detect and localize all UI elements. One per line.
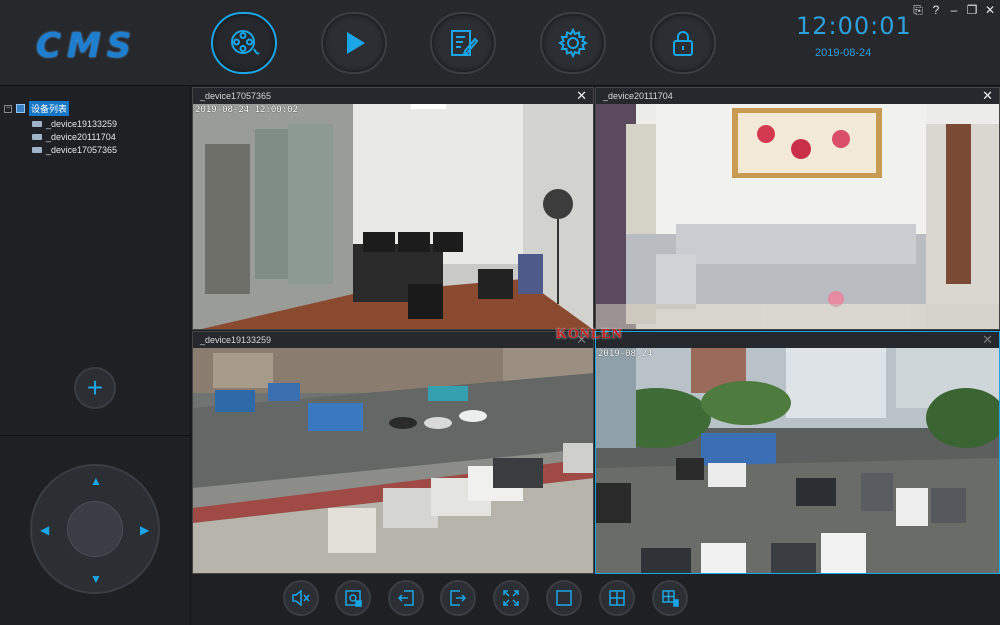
ptz-control: ▲ ▼ ◀ ▶ xyxy=(30,464,160,594)
ptz-right-icon[interactable]: ▶ xyxy=(140,523,149,537)
device-label: _device17057365 xyxy=(46,145,118,155)
speaker-mute-icon xyxy=(292,589,310,607)
bottom-toolbar xyxy=(192,575,1000,625)
ptz-down-icon[interactable]: ▼ xyxy=(90,572,102,586)
settings-nav-button[interactable] xyxy=(540,12,606,74)
page-next-icon xyxy=(450,590,467,606)
tree-item-device[interactable]: _device17057365 xyxy=(32,145,117,155)
video-tile[interactable]: ✕ 2019-08-24 xyxy=(595,331,1000,574)
video-timestamp: 2019-08-24 xyxy=(598,349,653,359)
video-feed: 2019-08-24 xyxy=(596,348,999,573)
video-grid: _device17057365 ✕ 2019-08-24 12:00:02 _d… xyxy=(192,87,1000,575)
date: 2019-08-24 xyxy=(815,47,872,59)
play-icon xyxy=(347,32,365,54)
header: CMS 12:00:01 2019-08-24 ⎘ ? – ❐ ✕ xyxy=(0,0,1000,86)
tree-item-device[interactable]: _device19133259 xyxy=(32,119,117,129)
office-scene xyxy=(193,104,593,329)
close-icon[interactable]: ✕ xyxy=(576,88,587,104)
fullscreen-icon xyxy=(503,590,519,606)
tile-title: _device17057365 xyxy=(200,91,272,101)
multi-view-icon xyxy=(662,590,679,607)
video-timestamp: 2019-08-24 12:00:02 xyxy=(195,105,298,115)
preview-nav-button[interactable] xyxy=(211,12,277,74)
playback-nav-button[interactable] xyxy=(321,12,387,74)
camera-icon xyxy=(32,134,42,140)
divider xyxy=(0,435,191,436)
device-tree: − 设备列表 _device19133259 _device20111704 _… xyxy=(4,101,117,155)
device-label: _device19133259 xyxy=(46,119,118,129)
tile-header: ✕ xyxy=(596,332,999,348)
layout-1-button[interactable] xyxy=(546,580,582,616)
video-feed: 2019-08-24 12:00:02 xyxy=(193,104,593,329)
lock-nav-button[interactable] xyxy=(650,12,716,74)
layout-4-button[interactable] xyxy=(599,580,635,616)
collapse-icon[interactable]: − xyxy=(4,104,12,113)
skin-icon[interactable]: ⎘ xyxy=(912,3,924,18)
gear-icon xyxy=(557,27,589,59)
next-page-button[interactable] xyxy=(440,580,476,616)
tile-header: _device19133259 ✕ xyxy=(193,332,593,348)
add-device-button[interactable]: + xyxy=(74,367,116,409)
ptz-up-icon[interactable]: ▲ xyxy=(90,474,102,488)
device-label: _device20111704 xyxy=(46,132,116,142)
street-scene xyxy=(193,348,593,573)
tile-header: _device20111704 ✕ xyxy=(596,88,999,104)
tile-header: _device17057365 ✕ xyxy=(193,88,593,104)
living-room-scene xyxy=(596,104,999,329)
ptz-center-button[interactable] xyxy=(67,501,123,557)
brand-watermark: KONLEN xyxy=(556,327,623,342)
video-tile[interactable]: _device17057365 ✕ 2019-08-24 12:00:02 xyxy=(192,87,594,330)
camera-icon xyxy=(32,121,42,127)
fullscreen-button[interactable] xyxy=(493,580,529,616)
restore-icon[interactable]: ❐ xyxy=(966,3,978,18)
video-feed xyxy=(193,348,593,573)
page-prev-icon xyxy=(397,590,414,606)
help-icon[interactable]: ? xyxy=(930,3,942,18)
video-tile[interactable]: _device19133259 ✕ xyxy=(192,331,594,574)
minimize-icon[interactable]: – xyxy=(948,3,960,18)
clock: 12:00:01 xyxy=(796,12,912,40)
video-feed xyxy=(596,104,999,329)
courtyard-scene xyxy=(596,348,999,573)
quad-view-icon xyxy=(609,590,625,606)
left-panel: − 设备列表 _device19133259 _device20111704 _… xyxy=(0,87,191,625)
ptz-left-icon[interactable]: ◀ xyxy=(40,523,49,537)
tree-item-device[interactable]: _device20111704 xyxy=(32,132,117,142)
device-group-icon xyxy=(16,104,25,113)
capture-icon xyxy=(345,590,362,607)
log-nav-button[interactable] xyxy=(430,12,496,74)
tile-title: _device19133259 xyxy=(200,335,272,345)
close-icon[interactable]: ✕ xyxy=(982,332,993,348)
mute-button[interactable] xyxy=(283,580,319,616)
camera-icon xyxy=(32,147,42,153)
close-icon[interactable]: ✕ xyxy=(984,3,996,18)
device-list-label[interactable]: 设备列表 xyxy=(29,101,70,116)
video-tile[interactable]: _device20111704 ✕ xyxy=(595,87,1000,330)
layout-custom-button[interactable] xyxy=(652,580,688,616)
lock-icon xyxy=(673,31,693,56)
edit-document-icon xyxy=(451,30,479,56)
close-icon[interactable]: ✕ xyxy=(982,88,993,104)
previous-page-button[interactable] xyxy=(388,580,424,616)
film-reel-icon xyxy=(231,30,260,55)
cms-logo: CMS xyxy=(36,26,138,66)
single-view-icon xyxy=(556,590,572,606)
tile-title: _device20111704 xyxy=(603,91,673,101)
window-controls: ⎘ ? – ❐ ✕ xyxy=(912,3,996,18)
tree-root[interactable]: − 设备列表 xyxy=(4,101,117,116)
snapshot-button[interactable] xyxy=(335,580,371,616)
